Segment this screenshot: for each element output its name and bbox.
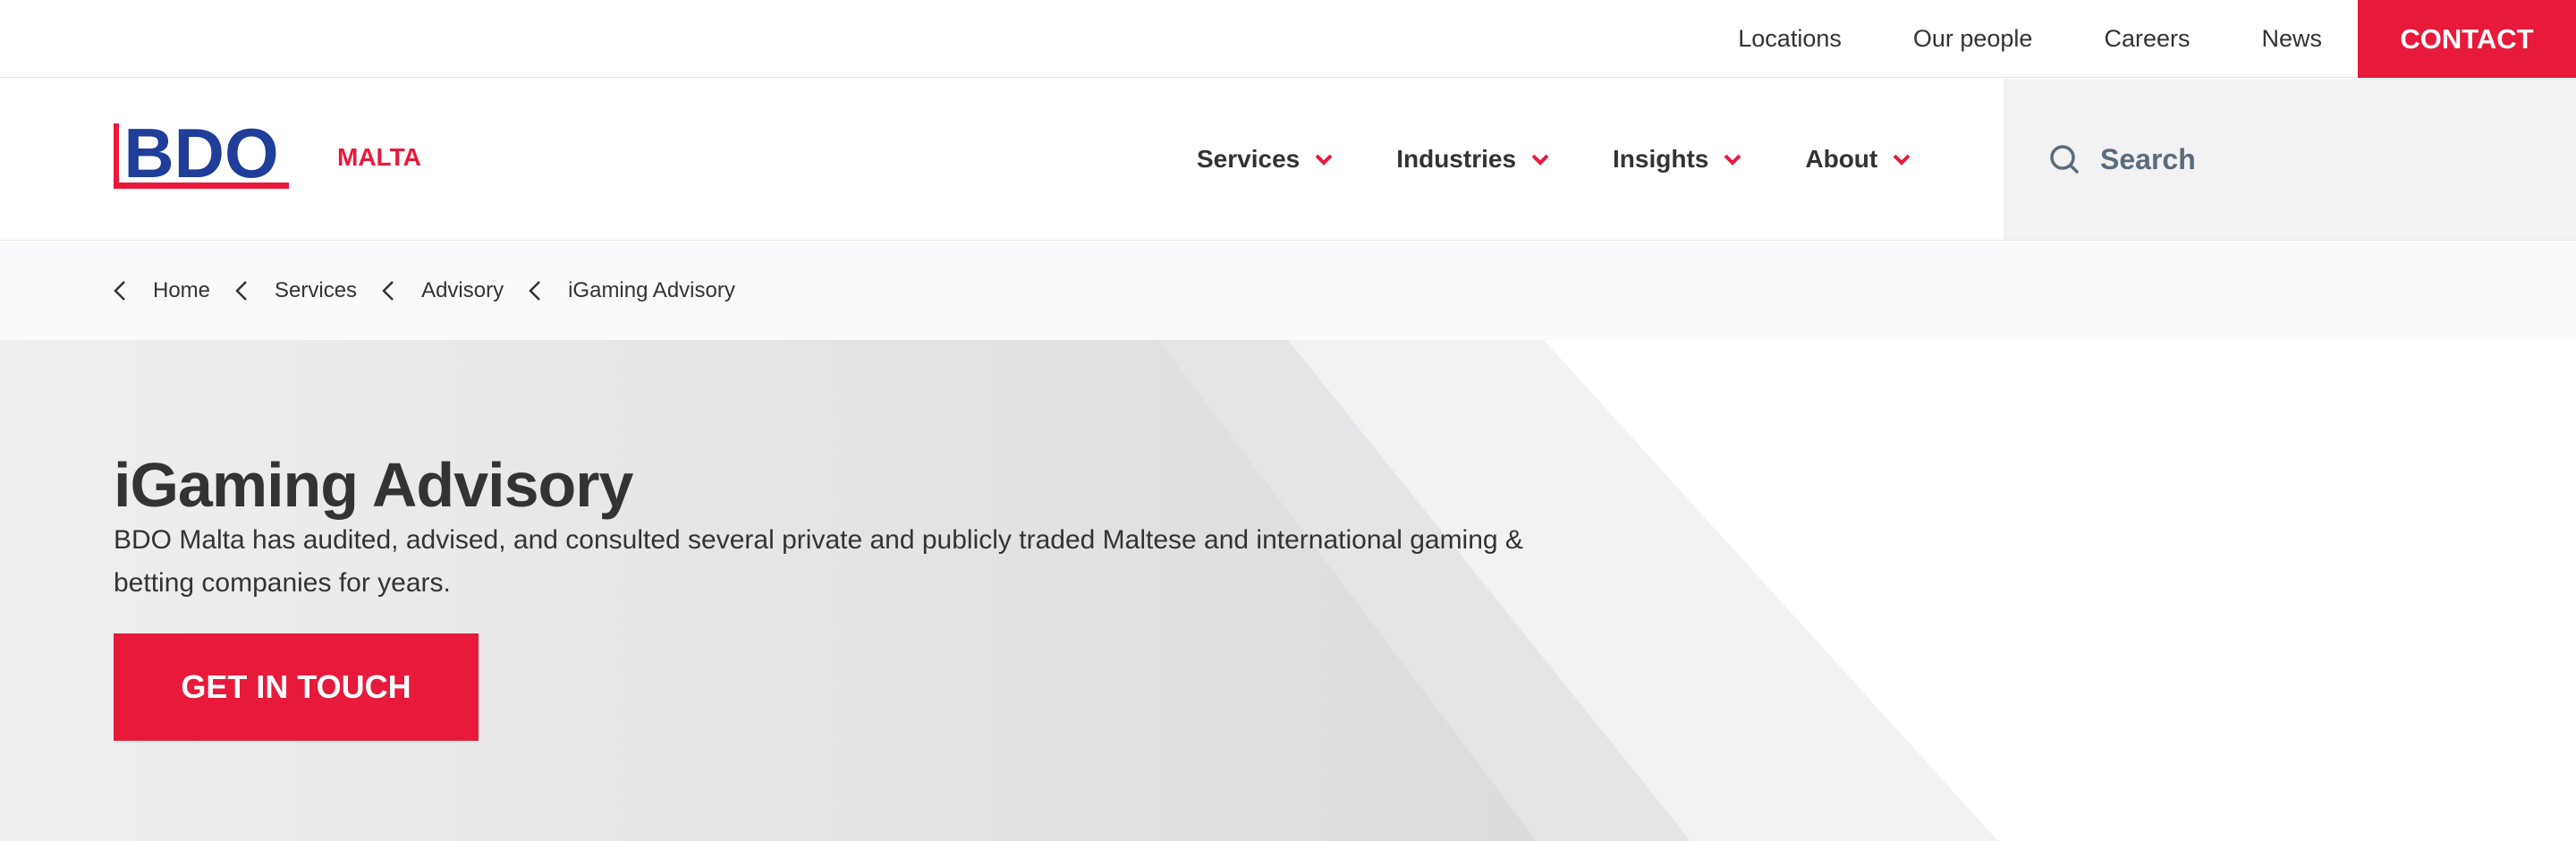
menu-item-label: Industries <box>1396 145 1517 173</box>
bdo-logo[interactable]: BDO <box>114 123 289 195</box>
main-nav: BDO MALTA Services Industries Insights A… <box>0 79 2576 241</box>
region-label: MALTA <box>337 143 421 171</box>
search-input[interactable] <box>2100 142 2547 176</box>
primary-menu: Services Industries Insights About <box>1197 79 1974 240</box>
get-in-touch-button[interactable]: GET IN TOUCH <box>114 633 479 741</box>
utility-link-locations[interactable]: Locations <box>1738 25 1842 53</box>
breadcrumb-item-home[interactable]: Home <box>114 278 210 303</box>
chevron-left-icon <box>235 281 247 301</box>
search-box[interactable] <box>2004 79 2576 240</box>
chevron-left-icon <box>529 281 540 301</box>
breadcrumb-label: Advisory <box>421 278 504 302</box>
utility-link-careers[interactable]: Careers <box>2104 25 2190 53</box>
menu-item-industries[interactable]: Industries <box>1396 145 1550 174</box>
contact-button[interactable]: CONTACT <box>2358 0 2576 78</box>
breadcrumb-item-advisory[interactable]: Advisory <box>382 278 504 303</box>
hero-description: BDO Malta has audited, advised, and cons… <box>114 525 1523 598</box>
breadcrumb-label: Home <box>153 278 211 302</box>
menu-item-about[interactable]: About <box>1805 145 1911 174</box>
utility-bar: Locations Our people Careers News CONTAC… <box>0 0 2576 78</box>
chevron-down-icon <box>1893 154 1911 166</box>
chevron-left-icon <box>114 281 125 301</box>
utility-link-our-people[interactable]: Our people <box>1913 25 2033 53</box>
breadcrumb: Home Services Advisory iGaming Advisory <box>0 242 2576 340</box>
chevron-down-icon <box>1315 154 1333 166</box>
chevron-down-icon <box>1724 154 1741 166</box>
breadcrumb-item-current: iGaming Advisory <box>529 278 735 303</box>
menu-item-label: Insights <box>1613 145 1709 173</box>
menu-item-insights[interactable]: Insights <box>1613 145 1742 174</box>
menu-item-services[interactable]: Services <box>1197 145 1334 174</box>
breadcrumb-label: Services <box>275 278 358 302</box>
logo-text: BDO <box>123 123 278 192</box>
utility-nav: Locations Our people Careers News CONTAC… <box>1738 0 2576 78</box>
page-title: iGaming Advisory <box>114 450 633 520</box>
breadcrumb-label: iGaming Advisory <box>568 278 735 302</box>
menu-item-label: Services <box>1197 145 1301 173</box>
chevron-down-icon <box>1531 154 1549 166</box>
breadcrumb-item-services[interactable]: Services <box>235 278 357 303</box>
hero-section: iGaming Advisory BDO Malta has audited, … <box>0 340 2576 841</box>
utility-link-news[interactable]: News <box>2261 25 2322 53</box>
search-icon <box>2050 145 2079 174</box>
chevron-left-icon <box>382 281 394 301</box>
menu-item-label: About <box>1805 145 1878 173</box>
